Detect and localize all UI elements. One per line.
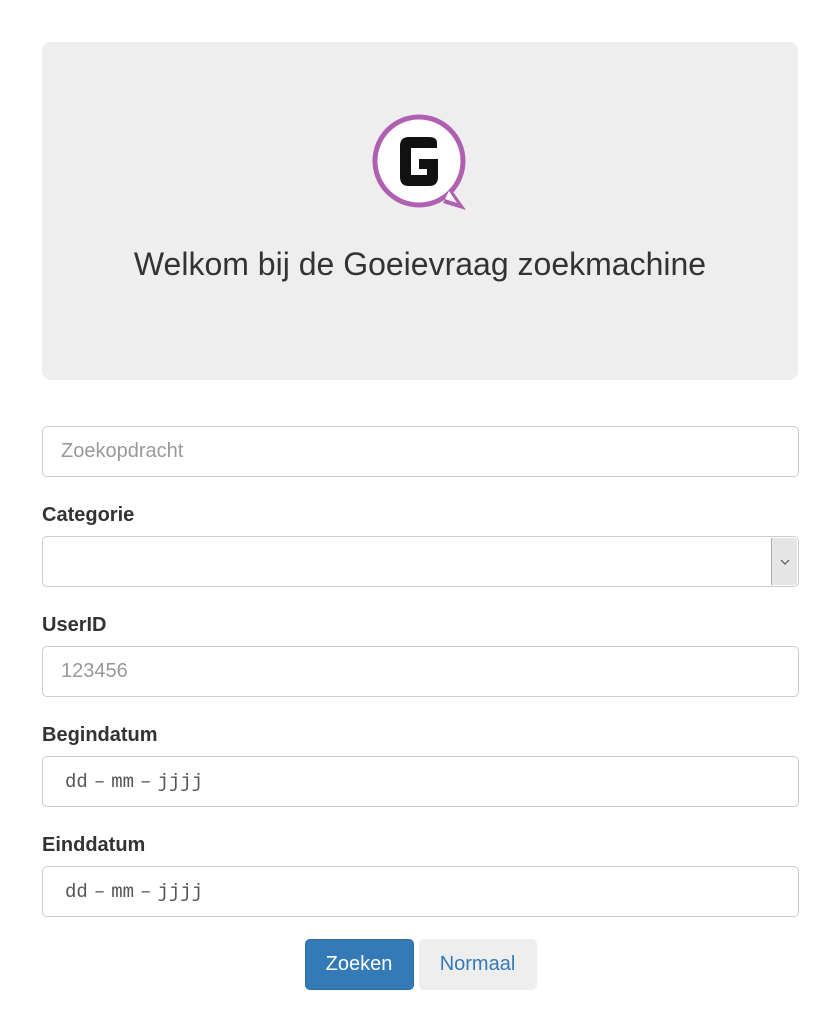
date-separator: – [140, 770, 152, 793]
date-separator: – [93, 770, 106, 793]
page-container: Welkom bij de Goeievraag zoekmachine Cat… [0, 0, 840, 990]
begindatum-input[interactable]: dd – mm – jjjj [42, 756, 799, 807]
welcome-title: Welkom bij de Goeievraag zoekmachine [133, 246, 707, 282]
begindatum-day: dd [65, 770, 88, 793]
date-separator: – [140, 880, 152, 903]
search-input[interactable] [42, 426, 799, 477]
search-form: Categorie UserID Begindatum dd – mm – jj… [42, 426, 799, 990]
category-select[interactable] [42, 536, 799, 587]
einddatum-year: jjjj [157, 880, 204, 903]
einddatum-month: mm [111, 880, 135, 903]
begindatum-label: Begindatum [42, 724, 158, 746]
date-separator: – [93, 880, 106, 903]
userid-input[interactable] [42, 646, 799, 697]
begindatum-year: jjjj [157, 770, 204, 793]
button-group: Zoeken Normaal [42, 939, 799, 990]
userid-label: UserID [42, 614, 107, 636]
einddatum-input[interactable]: dd – mm – jjjj [42, 866, 799, 917]
goeievraag-logo-icon [372, 114, 466, 210]
normal-button[interactable]: Normaal [418, 939, 537, 990]
chevron-down-icon[interactable] [771, 538, 797, 585]
einddatum-day: dd [65, 880, 88, 903]
welcome-banner: Welkom bij de Goeievraag zoekmachine [42, 42, 798, 380]
category-label: Categorie [42, 504, 135, 526]
begindatum-month: mm [111, 770, 135, 793]
einddatum-label: Einddatum [42, 834, 146, 856]
search-button[interactable]: Zoeken [304, 939, 414, 990]
